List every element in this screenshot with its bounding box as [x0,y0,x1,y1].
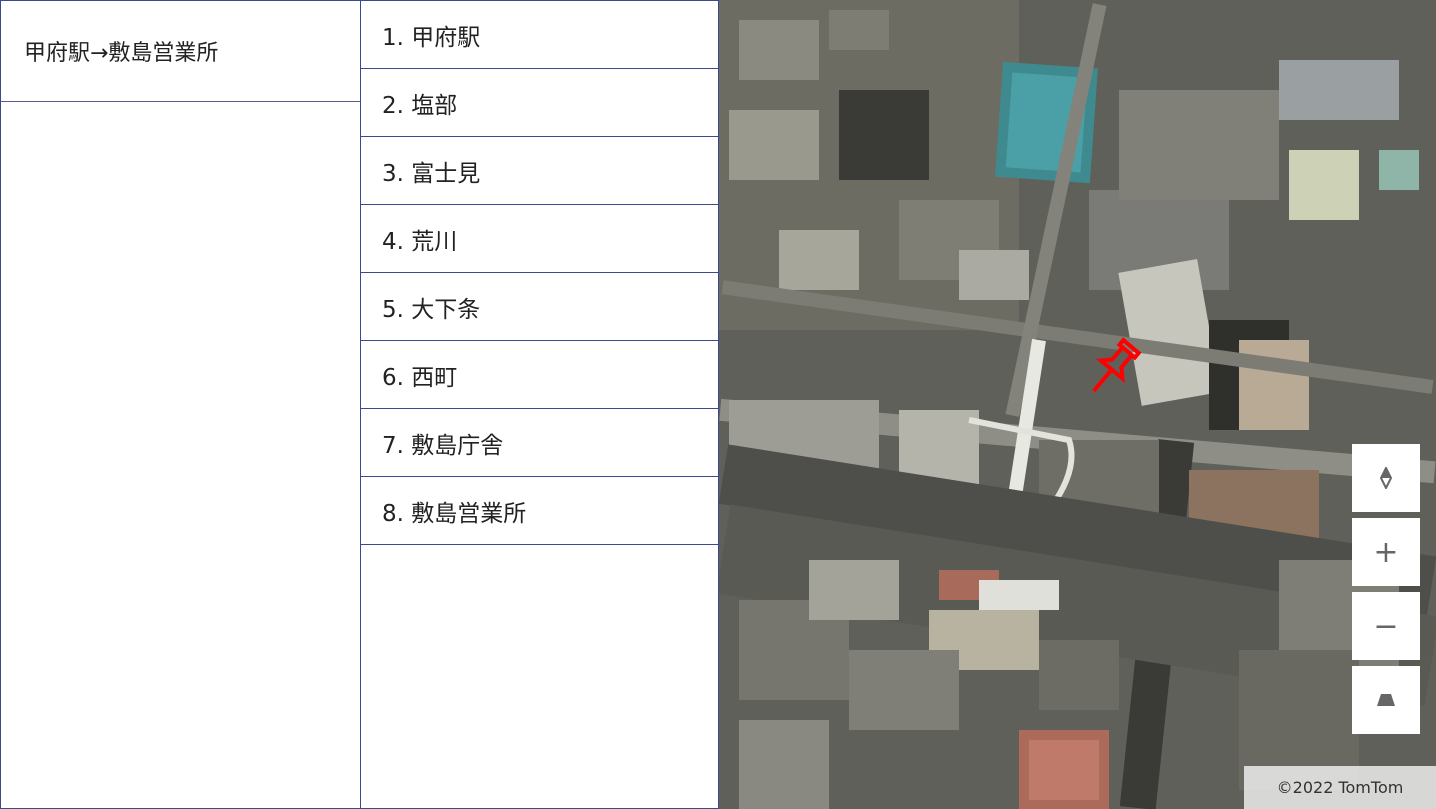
pushpin-icon[interactable] [1081,336,1145,400]
stop-label: 4. 荒川 [382,228,458,255]
stop-item-7[interactable]: 7. 敷島庁舎 [361,409,718,477]
stop-item-2[interactable]: 2. 塩部 [361,69,718,137]
satellite-map[interactable]: + − ©2022 TomTom [719,0,1436,809]
zoom-in-icon: + [1373,534,1399,570]
app-window: 甲府駅→敷島営業所 1. 甲府駅 2. 塩部 3. 富士見 4. 荒川 5. 大… [0,0,1436,809]
route-header: 甲府駅→敷島営業所 [1,1,360,102]
stop-item-4[interactable]: 4. 荒川 [361,205,718,273]
stop-item-1[interactable]: 1. 甲府駅 [361,1,718,69]
map-attribution: ©2022 TomTom [1244,766,1436,809]
stop-label: 8. 敷島営業所 [382,500,527,527]
compass-icon [1379,467,1393,489]
stop-item-3[interactable]: 3. 富士見 [361,137,718,205]
stop-label: 3. 富士見 [382,160,481,187]
stop-list: 1. 甲府駅 2. 塩部 3. 富士見 4. 荒川 5. 大下条 6. 西町 7… [360,0,719,809]
zoom-out-button[interactable]: − [1352,592,1420,660]
zoom-in-button[interactable]: + [1352,518,1420,586]
stop-label: 1. 甲府駅 [382,24,481,51]
stop-item-5[interactable]: 5. 大下条 [361,273,718,341]
compass-button[interactable] [1352,444,1420,512]
zoom-out-icon: − [1373,608,1399,644]
stop-item-8[interactable]: 8. 敷島営業所 [361,477,718,545]
map-controls: + − [1352,444,1420,740]
stop-item-6[interactable]: 6. 西町 [361,341,718,409]
stop-label: 2. 塩部 [382,92,458,119]
pitch-icon [1377,694,1395,706]
route-title: 甲府駅→敷島営業所 [24,41,219,66]
stop-label: 7. 敷島庁舎 [382,432,504,459]
stop-label: 6. 西町 [382,364,458,391]
stop-label: 5. 大下条 [382,296,481,323]
route-panel: 甲府駅→敷島営業所 [0,0,361,809]
pitch-button[interactable] [1352,666,1420,734]
satellite-imagery [719,0,1436,809]
